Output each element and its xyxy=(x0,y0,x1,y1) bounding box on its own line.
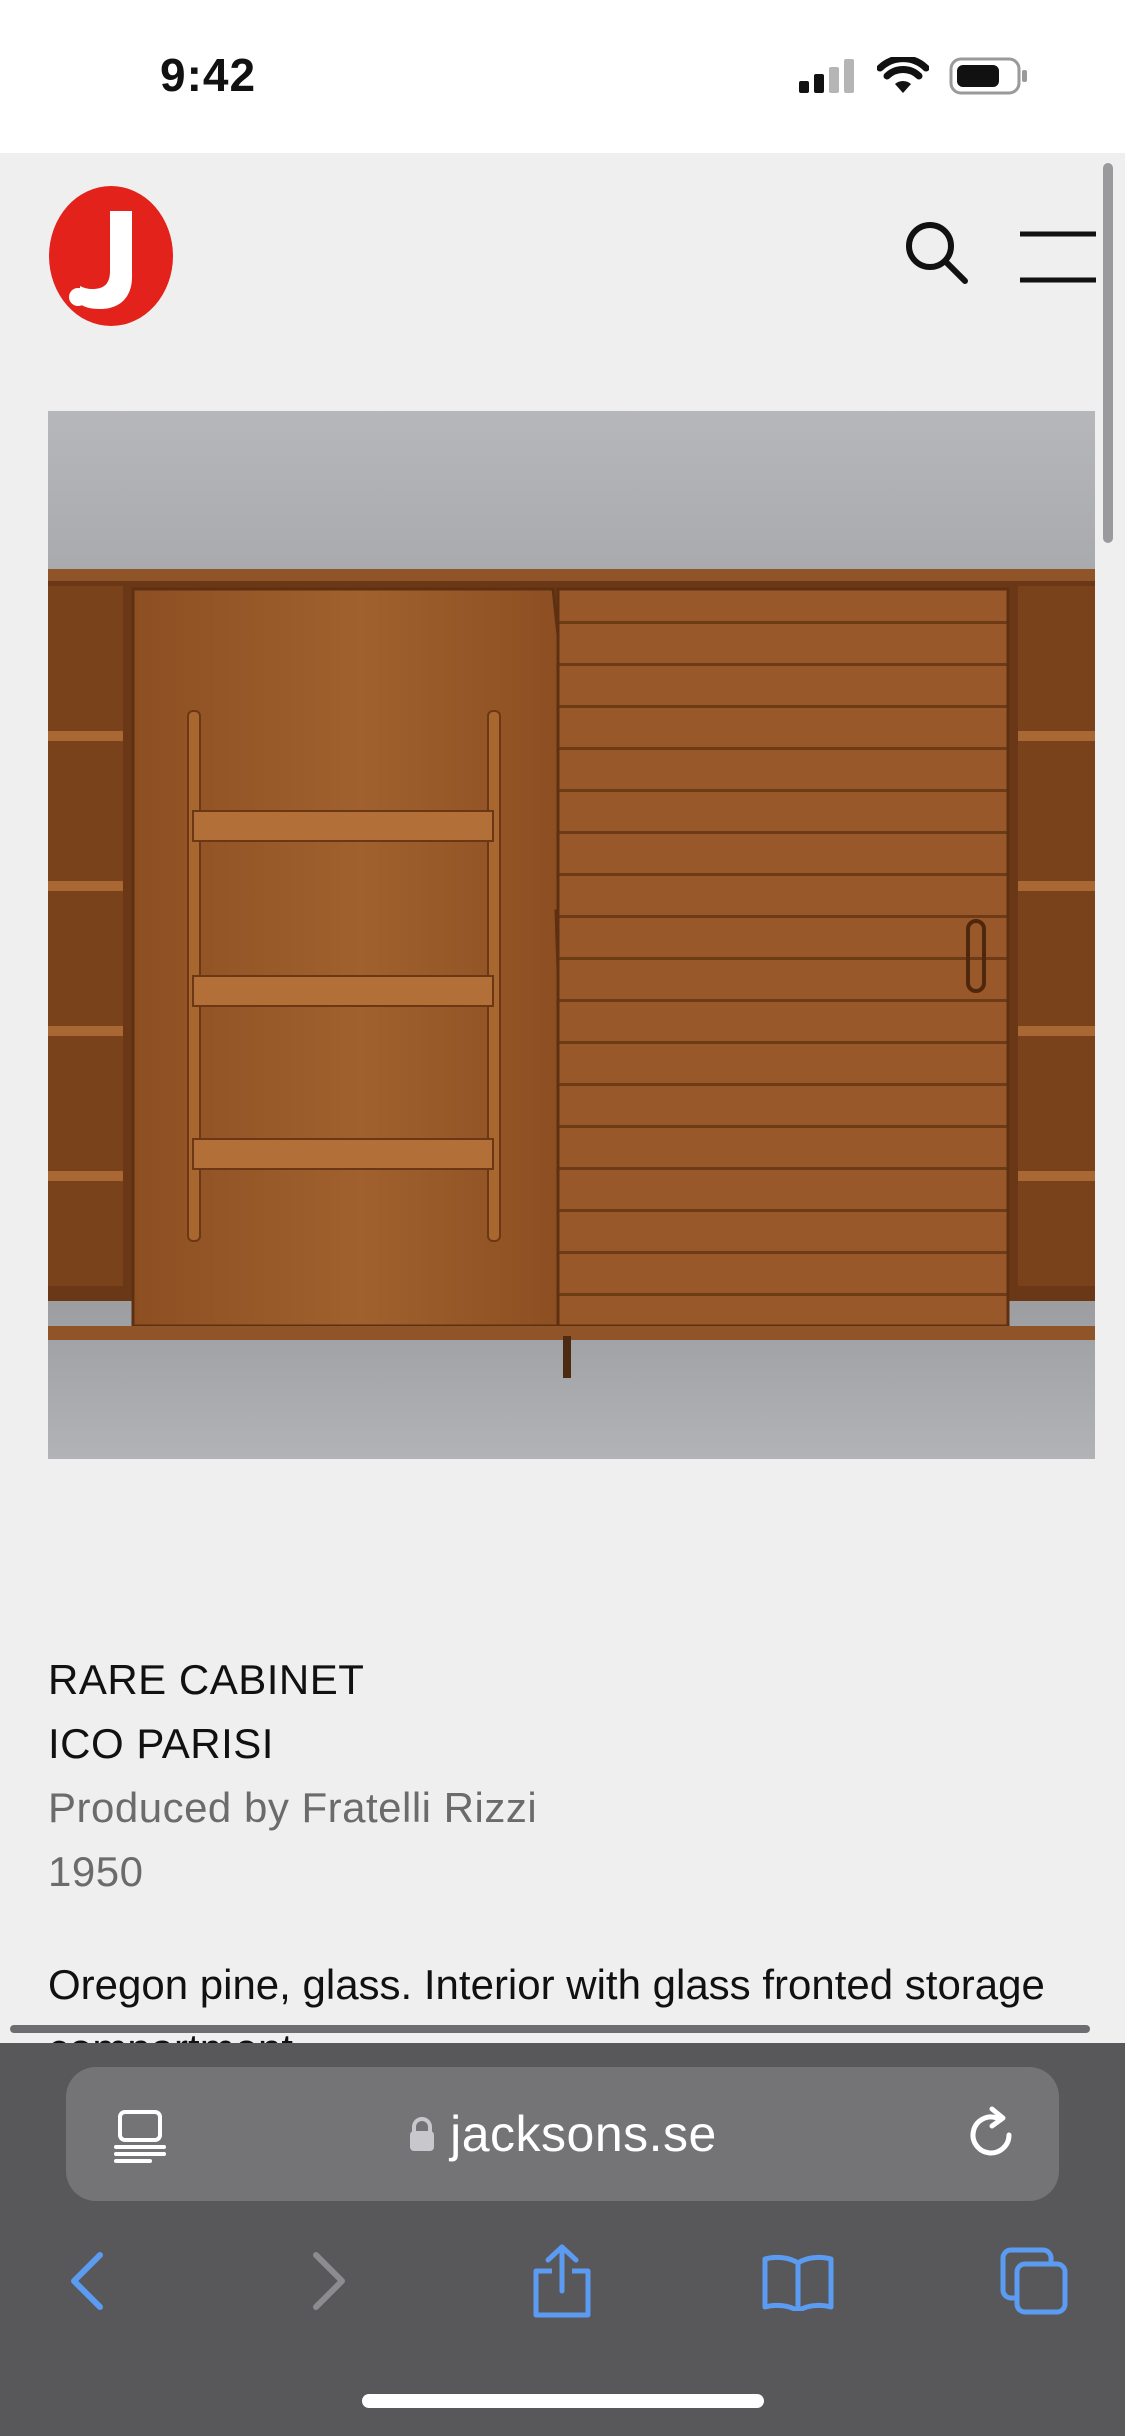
product-producer: Produced by Fratelli Rizzi xyxy=(48,1784,538,1831)
status-time: 9:42 xyxy=(160,49,257,101)
cabinet-photo xyxy=(48,411,1095,1459)
safari-toolbar: jacksons.se xyxy=(0,2043,1125,2436)
address-bar[interactable]: jacksons.se xyxy=(66,2067,1059,2201)
product-info: RARE CABINET ICO PARISI Produced by Frat… xyxy=(48,1648,1088,1904)
product-year: 1950 xyxy=(48,1848,144,1895)
status-bar: 9:42 xyxy=(0,0,1125,153)
page-load-indicator xyxy=(10,2025,1090,2033)
web-page: RARE CABINET ICO PARISI Produced by Frat… xyxy=(0,153,1125,2043)
hamburger-menu-icon[interactable] xyxy=(1018,231,1096,283)
forward-button[interactable] xyxy=(288,2241,368,2321)
back-button[interactable] xyxy=(48,2241,128,2321)
home-indicator[interactable] xyxy=(362,2394,764,2408)
lock-icon xyxy=(410,2117,435,2151)
bookmarks-icon xyxy=(762,2254,834,2311)
back-icon xyxy=(71,2252,103,2310)
jacksons-logo[interactable] xyxy=(48,185,174,327)
forward-icon xyxy=(313,2252,345,2310)
share-button[interactable] xyxy=(522,2241,602,2321)
url-display[interactable]: jacksons.se xyxy=(66,2067,1059,2201)
url-text[interactable]: jacksons.se xyxy=(450,2105,717,2163)
product-image xyxy=(48,411,1095,1459)
share-icon xyxy=(533,2244,591,2318)
bookmarks-button[interactable] xyxy=(758,2241,838,2321)
battery-icon xyxy=(949,57,1027,95)
product-designer[interactable]: ICO PARISI xyxy=(48,1712,1088,1776)
signal-icon xyxy=(799,59,854,93)
status-icons xyxy=(799,54,1029,98)
search-icon[interactable] xyxy=(903,219,969,285)
tabs-icon xyxy=(1000,2247,1068,2315)
page-scrollbar[interactable] xyxy=(1103,163,1113,543)
tabs-button[interactable] xyxy=(994,2241,1074,2321)
product-title: RARE CABINET xyxy=(48,1656,365,1703)
wifi-icon xyxy=(877,57,929,93)
reload-icon[interactable] xyxy=(963,2105,1019,2163)
